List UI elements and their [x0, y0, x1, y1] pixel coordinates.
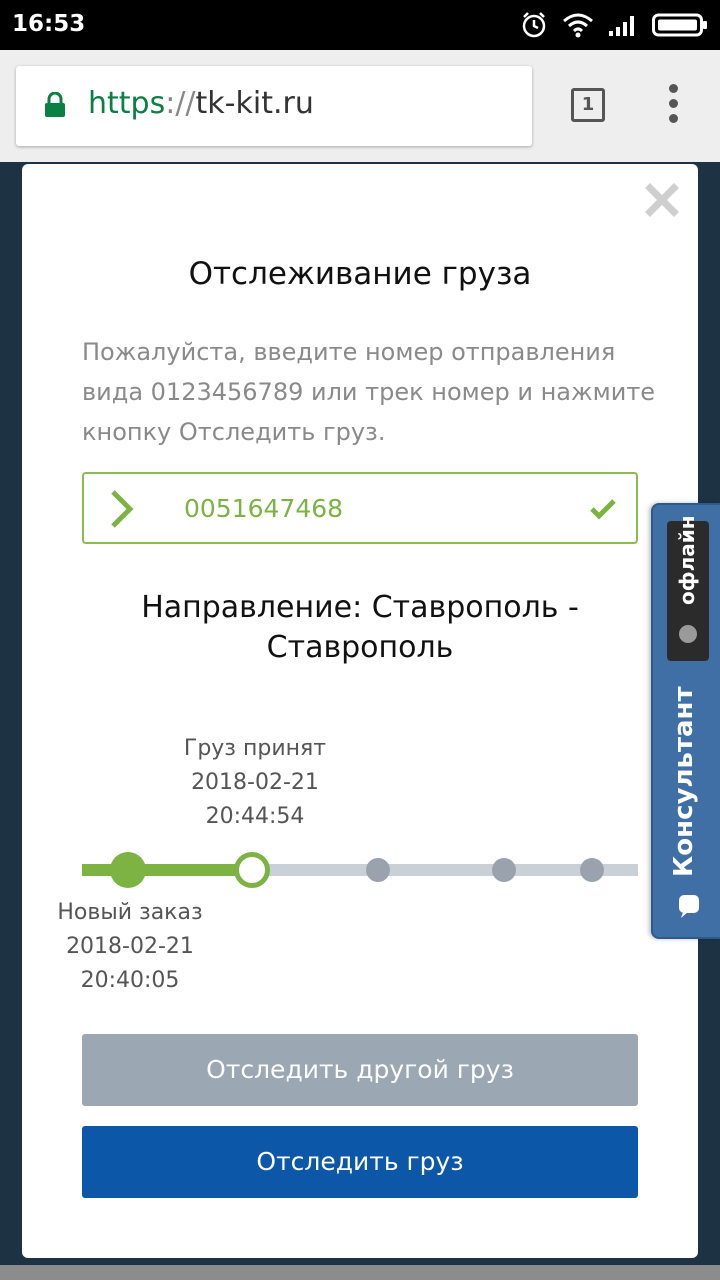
- lock-icon: [45, 92, 65, 117]
- bottom-strip: [0, 1265, 720, 1280]
- modal-description: Пожалуйста, введите номер отправления ви…: [82, 338, 656, 446]
- browser-toolbar: https://tk-kit.ru 1: [0, 50, 720, 162]
- consultant-label: Консультант: [669, 686, 699, 877]
- url-host: tk-kit.ru: [195, 86, 314, 121]
- address-bar[interactable]: https://tk-kit.ru: [16, 66, 532, 146]
- direction-line-2: Ставрополь: [266, 630, 454, 665]
- close-icon[interactable]: [644, 182, 680, 218]
- offline-status: офлайн: [667, 515, 709, 661]
- tracking-modal: Отслеживание груза Пожалуйста, введите н…: [22, 164, 698, 1258]
- timeline-step-pending: [580, 858, 604, 882]
- overflow-menu-icon[interactable]: [664, 84, 684, 124]
- timeline-step-accepted: [234, 852, 270, 888]
- timeline-label-new-order: Новый заказ 2018-02-21 20:40:05: [48, 896, 212, 998]
- url-text: https://tk-kit.ru: [88, 86, 314, 121]
- consultant-widget[interactable]: офлайн Консультант: [651, 503, 720, 939]
- timeline-step-new-order: [110, 852, 146, 888]
- track-other-button[interactable]: Отследить другой груз: [82, 1034, 638, 1106]
- status-time: 16:53: [12, 11, 86, 37]
- status-icons: [520, 10, 708, 40]
- timeline-progress: [82, 864, 254, 876]
- track-button[interactable]: Отследить груз: [82, 1126, 638, 1198]
- timeline-step-pending: [366, 858, 390, 882]
- track-number-input[interactable]: [184, 488, 564, 528]
- url-separator: ://: [165, 86, 196, 121]
- direction-line-1: Направление: Ставрополь -: [141, 590, 579, 625]
- signal-icon: [609, 16, 634, 36]
- alarm-icon: [522, 12, 546, 38]
- accepted-label: Груз принят: [183, 736, 327, 761]
- tabs-button[interactable]: 1: [571, 88, 605, 122]
- status-bar: 16:53: [0, 0, 720, 50]
- chat-bubble-icon: [679, 895, 699, 918]
- timeline-label-accepted: Груз принят 2018-02-21 20:44:54: [162, 732, 348, 834]
- wifi-icon: [563, 13, 593, 38]
- offline-label: офлайн: [675, 515, 699, 605]
- chevron-right-icon: [111, 490, 134, 528]
- direction-heading: Направление: Ставрополь - Ставрополь: [82, 588, 638, 668]
- battery-icon: [652, 13, 707, 37]
- accepted-date: 2018-02-21: [191, 770, 319, 795]
- status-dot: [679, 625, 697, 643]
- new-order-time: 20:40:05: [80, 968, 180, 993]
- accepted-time: 20:44:54: [205, 804, 305, 829]
- track-number-field[interactable]: [82, 472, 638, 544]
- timeline-step-pending: [492, 858, 516, 882]
- check-icon: [590, 499, 616, 520]
- modal-title: Отслеживание груза: [188, 256, 532, 292]
- new-order-date: 2018-02-21: [66, 934, 194, 959]
- url-scheme: https: [88, 86, 166, 121]
- new-order-label: Новый заказ: [57, 900, 203, 925]
